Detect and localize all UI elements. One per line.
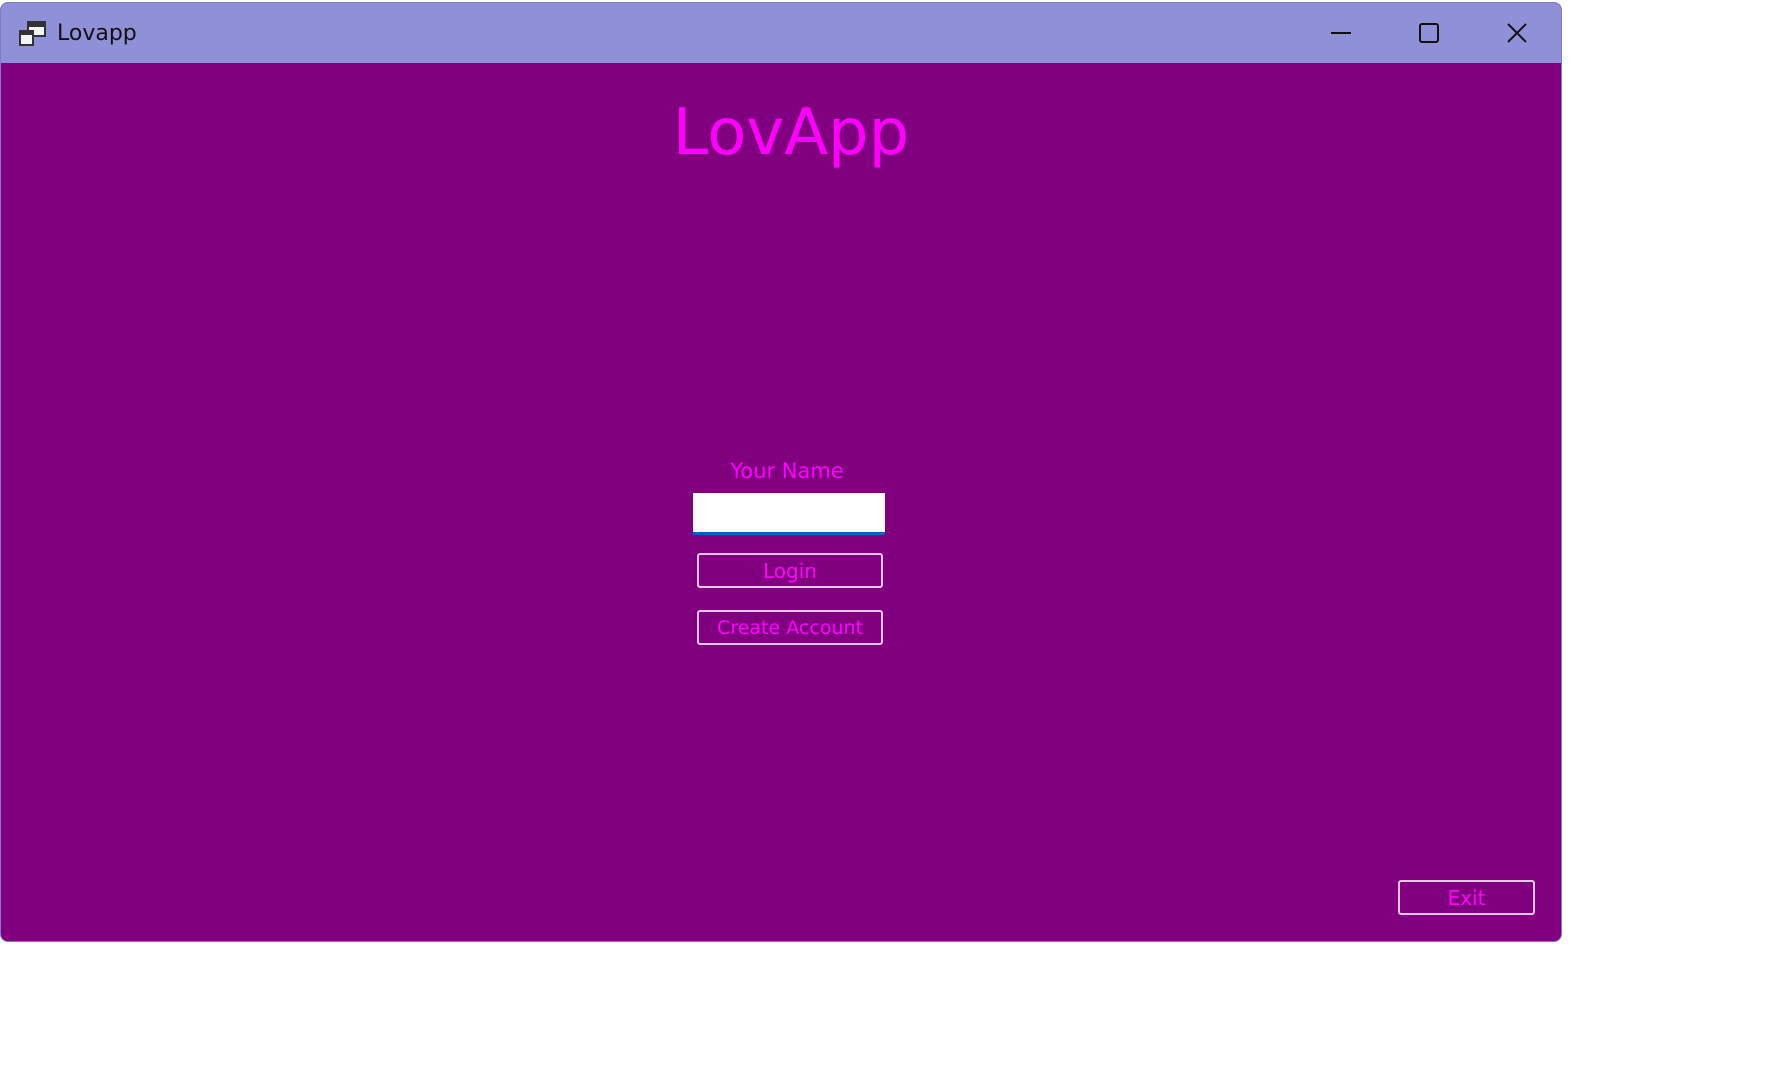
login-button[interactable]: Login — [697, 553, 883, 588]
maximize-icon — [1418, 22, 1440, 44]
exit-button[interactable]: Exit — [1398, 880, 1535, 915]
app-window-icon — [19, 21, 47, 47]
close-button[interactable] — [1473, 3, 1561, 63]
minimize-icon — [1330, 22, 1352, 44]
your-name-input[interactable] — [693, 493, 885, 535]
your-name-label: Your Name — [730, 459, 844, 483]
close-icon — [1506, 22, 1528, 44]
app-heading: LovApp — [672, 96, 910, 170]
title-bar[interactable]: Lovapp — [1, 3, 1561, 63]
window-title: Lovapp — [57, 21, 137, 46]
app-window: Lovapp LovApp Your Name Login Create Acc… — [0, 2, 1562, 942]
create-account-button[interactable]: Create Account — [697, 610, 883, 645]
minimize-button[interactable] — [1297, 3, 1385, 63]
maximize-button[interactable] — [1385, 3, 1473, 63]
